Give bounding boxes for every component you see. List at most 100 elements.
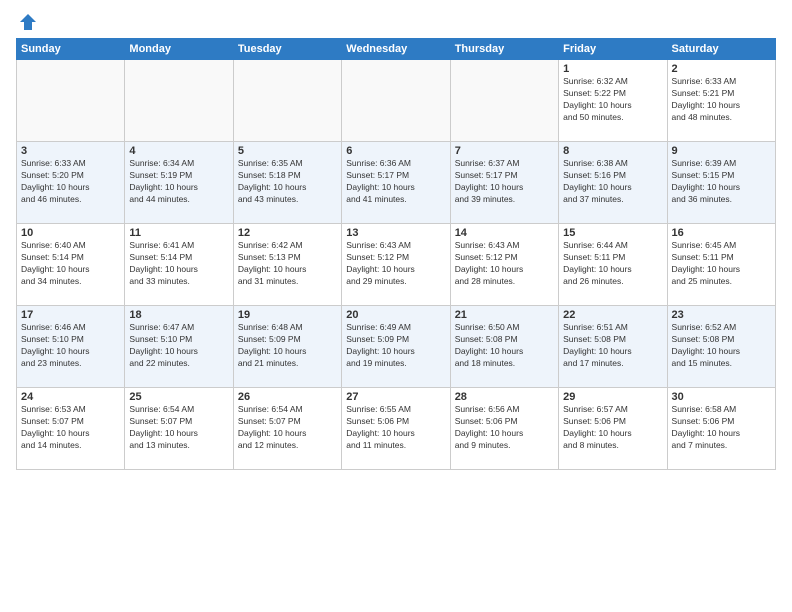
calendar-cell	[233, 60, 341, 142]
day-info: Sunrise: 6:43 AM Sunset: 5:12 PM Dayligh…	[346, 240, 445, 288]
calendar-cell: 25Sunrise: 6:54 AM Sunset: 5:07 PM Dayli…	[125, 388, 233, 470]
calendar-cell: 19Sunrise: 6:48 AM Sunset: 5:09 PM Dayli…	[233, 306, 341, 388]
calendar-cell: 21Sunrise: 6:50 AM Sunset: 5:08 PM Dayli…	[450, 306, 558, 388]
calendar-cell: 4Sunrise: 6:34 AM Sunset: 5:19 PM Daylig…	[125, 142, 233, 224]
day-number: 26	[238, 391, 337, 403]
day-info: Sunrise: 6:55 AM Sunset: 5:06 PM Dayligh…	[346, 404, 445, 452]
day-number: 27	[346, 391, 445, 403]
calendar-cell: 11Sunrise: 6:41 AM Sunset: 5:14 PM Dayli…	[125, 224, 233, 306]
day-number: 23	[672, 309, 771, 321]
day-number: 14	[455, 227, 554, 239]
calendar-cell: 20Sunrise: 6:49 AM Sunset: 5:09 PM Dayli…	[342, 306, 450, 388]
day-number: 16	[672, 227, 771, 239]
day-number: 25	[129, 391, 228, 403]
calendar-cell: 2Sunrise: 6:33 AM Sunset: 5:21 PM Daylig…	[667, 60, 775, 142]
calendar-table: SundayMondayTuesdayWednesdayThursdayFrid…	[16, 38, 776, 470]
day-number: 21	[455, 309, 554, 321]
day-info: Sunrise: 6:33 AM Sunset: 5:20 PM Dayligh…	[21, 158, 120, 206]
day-info: Sunrise: 6:56 AM Sunset: 5:06 PM Dayligh…	[455, 404, 554, 452]
day-info: Sunrise: 6:42 AM Sunset: 5:13 PM Dayligh…	[238, 240, 337, 288]
day-info: Sunrise: 6:57 AM Sunset: 5:06 PM Dayligh…	[563, 404, 662, 452]
calendar-cell: 30Sunrise: 6:58 AM Sunset: 5:06 PM Dayli…	[667, 388, 775, 470]
day-number: 22	[563, 309, 662, 321]
day-info: Sunrise: 6:36 AM Sunset: 5:17 PM Dayligh…	[346, 158, 445, 206]
weekday-header-monday: Monday	[125, 39, 233, 60]
day-number: 5	[238, 145, 337, 157]
day-number: 30	[672, 391, 771, 403]
day-number: 3	[21, 145, 120, 157]
calendar-cell: 22Sunrise: 6:51 AM Sunset: 5:08 PM Dayli…	[559, 306, 667, 388]
day-number: 12	[238, 227, 337, 239]
day-number: 15	[563, 227, 662, 239]
day-info: Sunrise: 6:44 AM Sunset: 5:11 PM Dayligh…	[563, 240, 662, 288]
calendar-cell: 7Sunrise: 6:37 AM Sunset: 5:17 PM Daylig…	[450, 142, 558, 224]
day-info: Sunrise: 6:39 AM Sunset: 5:15 PM Dayligh…	[672, 158, 771, 206]
logo	[16, 12, 38, 32]
calendar-week-row: 24Sunrise: 6:53 AM Sunset: 5:07 PM Dayli…	[17, 388, 776, 470]
calendar-week-row: 3Sunrise: 6:33 AM Sunset: 5:20 PM Daylig…	[17, 142, 776, 224]
calendar-cell	[125, 60, 233, 142]
day-number: 20	[346, 309, 445, 321]
weekday-header-sunday: Sunday	[17, 39, 125, 60]
day-info: Sunrise: 6:35 AM Sunset: 5:18 PM Dayligh…	[238, 158, 337, 206]
calendar-week-row: 10Sunrise: 6:40 AM Sunset: 5:14 PM Dayli…	[17, 224, 776, 306]
day-number: 6	[346, 145, 445, 157]
day-number: 7	[455, 145, 554, 157]
calendar-cell: 14Sunrise: 6:43 AM Sunset: 5:12 PM Dayli…	[450, 224, 558, 306]
calendar-cell: 23Sunrise: 6:52 AM Sunset: 5:08 PM Dayli…	[667, 306, 775, 388]
day-info: Sunrise: 6:32 AM Sunset: 5:22 PM Dayligh…	[563, 76, 662, 124]
day-info: Sunrise: 6:43 AM Sunset: 5:12 PM Dayligh…	[455, 240, 554, 288]
day-number: 1	[563, 63, 662, 75]
day-number: 19	[238, 309, 337, 321]
weekday-header-thursday: Thursday	[450, 39, 558, 60]
calendar-cell: 24Sunrise: 6:53 AM Sunset: 5:07 PM Dayli…	[17, 388, 125, 470]
weekday-header-friday: Friday	[559, 39, 667, 60]
day-info: Sunrise: 6:46 AM Sunset: 5:10 PM Dayligh…	[21, 322, 120, 370]
day-info: Sunrise: 6:50 AM Sunset: 5:08 PM Dayligh…	[455, 322, 554, 370]
day-info: Sunrise: 6:45 AM Sunset: 5:11 PM Dayligh…	[672, 240, 771, 288]
calendar-week-row: 1Sunrise: 6:32 AM Sunset: 5:22 PM Daylig…	[17, 60, 776, 142]
day-number: 24	[21, 391, 120, 403]
day-info: Sunrise: 6:58 AM Sunset: 5:06 PM Dayligh…	[672, 404, 771, 452]
page-container: SundayMondayTuesdayWednesdayThursdayFrid…	[0, 0, 792, 478]
calendar-cell	[450, 60, 558, 142]
day-info: Sunrise: 6:51 AM Sunset: 5:08 PM Dayligh…	[563, 322, 662, 370]
calendar-cell: 28Sunrise: 6:56 AM Sunset: 5:06 PM Dayli…	[450, 388, 558, 470]
day-number: 13	[346, 227, 445, 239]
day-info: Sunrise: 6:34 AM Sunset: 5:19 PM Dayligh…	[129, 158, 228, 206]
day-info: Sunrise: 6:37 AM Sunset: 5:17 PM Dayligh…	[455, 158, 554, 206]
calendar-header-row: SundayMondayTuesdayWednesdayThursdayFrid…	[17, 39, 776, 60]
day-info: Sunrise: 6:40 AM Sunset: 5:14 PM Dayligh…	[21, 240, 120, 288]
calendar-cell: 26Sunrise: 6:54 AM Sunset: 5:07 PM Dayli…	[233, 388, 341, 470]
header	[16, 12, 776, 32]
day-number: 8	[563, 145, 662, 157]
calendar-cell: 17Sunrise: 6:46 AM Sunset: 5:10 PM Dayli…	[17, 306, 125, 388]
calendar-cell: 16Sunrise: 6:45 AM Sunset: 5:11 PM Dayli…	[667, 224, 775, 306]
day-info: Sunrise: 6:54 AM Sunset: 5:07 PM Dayligh…	[238, 404, 337, 452]
weekday-header-tuesday: Tuesday	[233, 39, 341, 60]
day-info: Sunrise: 6:33 AM Sunset: 5:21 PM Dayligh…	[672, 76, 771, 124]
day-info: Sunrise: 6:53 AM Sunset: 5:07 PM Dayligh…	[21, 404, 120, 452]
calendar-cell: 6Sunrise: 6:36 AM Sunset: 5:17 PM Daylig…	[342, 142, 450, 224]
calendar-cell: 29Sunrise: 6:57 AM Sunset: 5:06 PM Dayli…	[559, 388, 667, 470]
calendar-cell: 5Sunrise: 6:35 AM Sunset: 5:18 PM Daylig…	[233, 142, 341, 224]
calendar-cell: 15Sunrise: 6:44 AM Sunset: 5:11 PM Dayli…	[559, 224, 667, 306]
calendar-cell: 1Sunrise: 6:32 AM Sunset: 5:22 PM Daylig…	[559, 60, 667, 142]
day-info: Sunrise: 6:38 AM Sunset: 5:16 PM Dayligh…	[563, 158, 662, 206]
day-info: Sunrise: 6:54 AM Sunset: 5:07 PM Dayligh…	[129, 404, 228, 452]
day-number: 4	[129, 145, 228, 157]
day-number: 17	[21, 309, 120, 321]
calendar-cell: 9Sunrise: 6:39 AM Sunset: 5:15 PM Daylig…	[667, 142, 775, 224]
calendar-cell	[17, 60, 125, 142]
day-info: Sunrise: 6:48 AM Sunset: 5:09 PM Dayligh…	[238, 322, 337, 370]
calendar-week-row: 17Sunrise: 6:46 AM Sunset: 5:10 PM Dayli…	[17, 306, 776, 388]
day-number: 10	[21, 227, 120, 239]
day-number: 29	[563, 391, 662, 403]
day-info: Sunrise: 6:47 AM Sunset: 5:10 PM Dayligh…	[129, 322, 228, 370]
calendar-cell: 27Sunrise: 6:55 AM Sunset: 5:06 PM Dayli…	[342, 388, 450, 470]
calendar-cell: 12Sunrise: 6:42 AM Sunset: 5:13 PM Dayli…	[233, 224, 341, 306]
day-info: Sunrise: 6:49 AM Sunset: 5:09 PM Dayligh…	[346, 322, 445, 370]
logo-icon	[18, 12, 38, 32]
day-number: 28	[455, 391, 554, 403]
day-number: 18	[129, 309, 228, 321]
